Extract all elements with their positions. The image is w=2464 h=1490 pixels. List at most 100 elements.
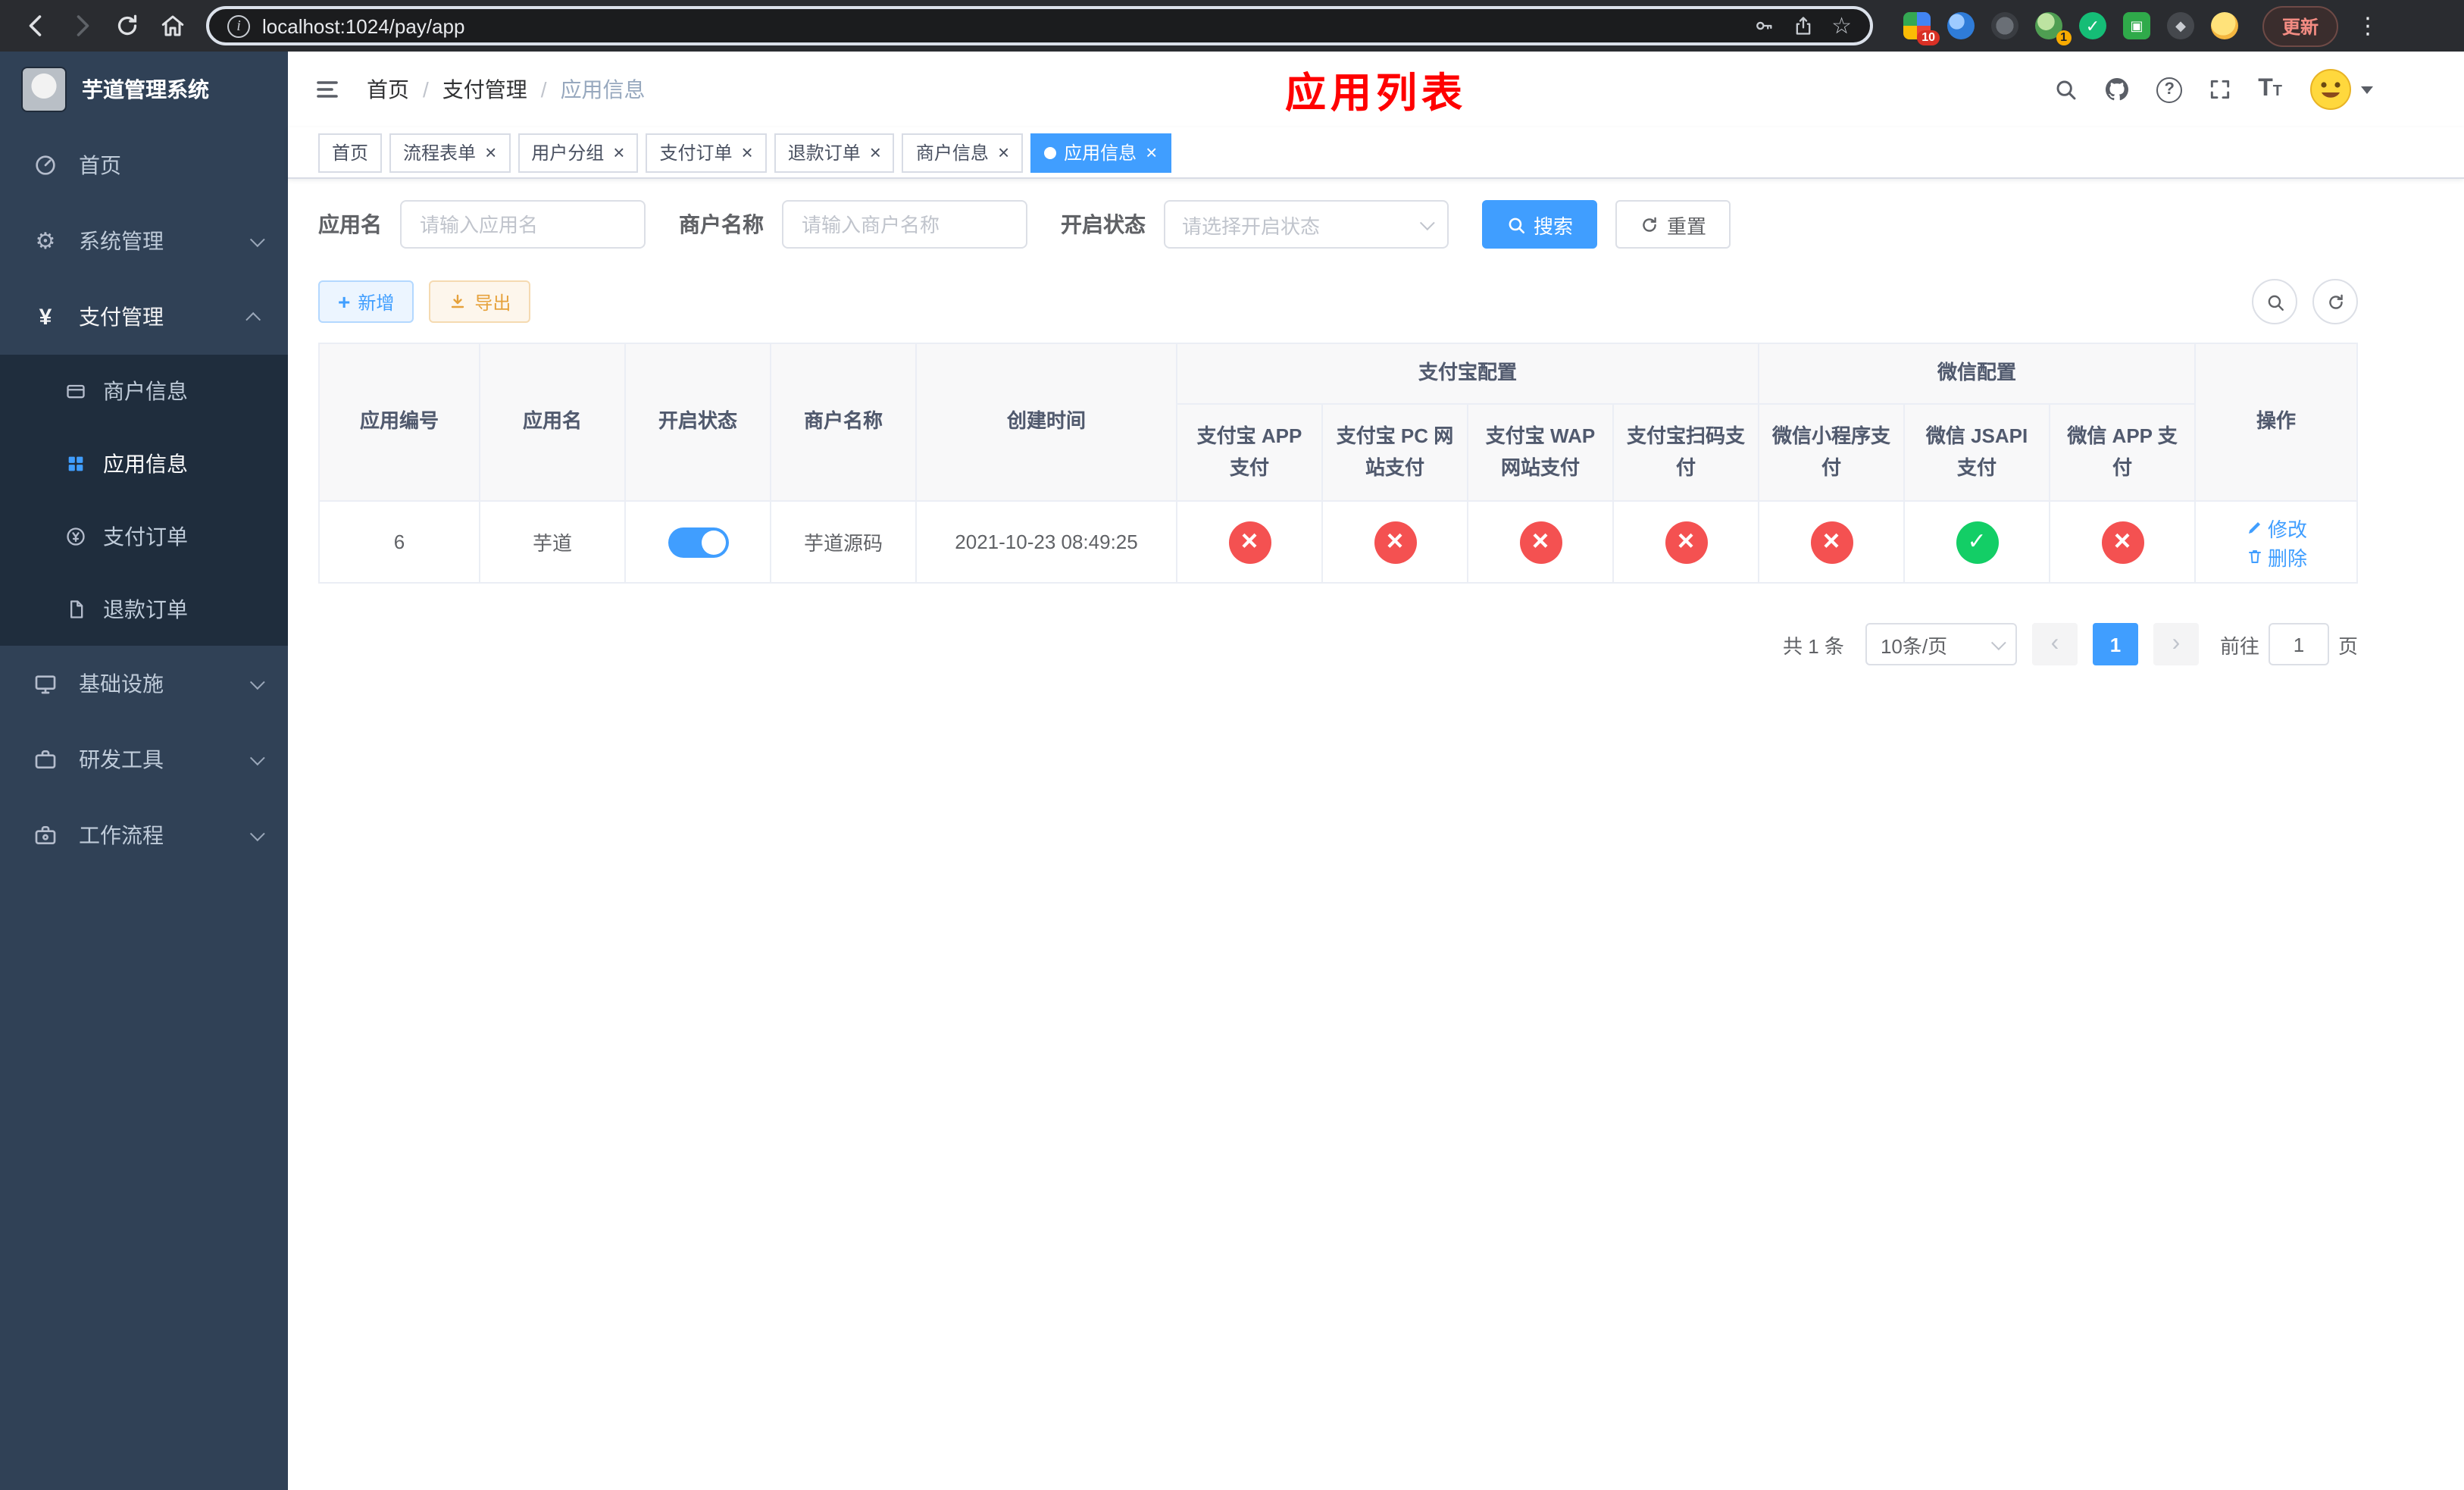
sidebar-item-merchant-info[interactable]: 商户信息 <box>0 355 288 427</box>
export-button[interactable]: 导出 <box>429 280 531 323</box>
extension-face-icon[interactable] <box>2211 12 2238 39</box>
search-icon[interactable] <box>2053 77 2078 102</box>
cell-actions: 修改 删除 <box>2194 500 2358 584</box>
sidebar-item-workflow[interactable]: 工作流程 <box>0 797 288 873</box>
close-icon[interactable]: × <box>870 142 881 162</box>
hamburger-icon[interactable] <box>309 71 346 108</box>
user-avatar[interactable] <box>2308 67 2373 112</box>
tag-user-group[interactable]: 用户分组 × <box>518 133 639 172</box>
edit-link[interactable]: 修改 <box>2245 513 2307 542</box>
add-button[interactable]: + 新增 <box>318 280 414 323</box>
table-row: 6 芋道 芋道源码 2021-10-23 08:49:25 × × × × × … <box>318 500 2358 584</box>
cell-app-id: 6 <box>318 500 480 584</box>
bookmark-star-icon[interactable]: ☆ <box>1831 12 1852 39</box>
tag-app-info[interactable]: 应用信息 × <box>1030 133 1171 172</box>
chevron-down-icon <box>249 825 265 841</box>
fullscreen-icon[interactable] <box>2208 77 2232 102</box>
tag-home[interactable]: 首页 <box>318 133 383 172</box>
close-icon[interactable]: × <box>485 142 496 162</box>
extension-dark-icon[interactable] <box>1991 12 2018 39</box>
browser-update-button[interactable]: 更新 <box>2262 5 2339 46</box>
extension-drop-icon[interactable] <box>1947 12 1975 39</box>
close-icon[interactable]: × <box>613 142 624 162</box>
cell-merchant-name: 芋道源码 <box>770 500 917 584</box>
close-icon[interactable]: × <box>1146 142 1157 162</box>
edit-pencil-icon <box>2248 522 2259 534</box>
extension-green-badge-icon[interactable]: 1 <box>2035 12 2072 45</box>
enabled-switch[interactable] <box>668 527 728 557</box>
refresh-table-button[interactable] <box>2312 279 2358 324</box>
extension-chat-icon[interactable]: ▣ <box>2123 12 2150 39</box>
share-icon[interactable] <box>1792 15 1813 36</box>
sidebar-item-payment[interactable]: ¥ 支付管理 <box>0 279 288 355</box>
sidebar-item-label: 基础设施 <box>79 671 164 696</box>
browser-home-icon[interactable] <box>152 5 194 47</box>
close-icon[interactable]: × <box>742 142 753 162</box>
breadcrumb-module[interactable]: 支付管理 <box>442 74 527 105</box>
reset-button[interactable]: 重置 <box>1615 200 1731 249</box>
tag-refund-order[interactable]: 退款订单 × <box>774 133 895 172</box>
main-area: 首页 / 支付管理 / 应用信息 应用列表 ? TT 首页 流程表单 × 用户分… <box>288 52 2464 1490</box>
chevron-down-icon <box>249 231 265 247</box>
sidebar-item-devtools[interactable]: 研发工具 <box>0 722 288 797</box>
sidebar-item-app-info[interactable]: 应用信息 <box>0 427 288 500</box>
active-dot <box>1044 146 1057 158</box>
browser-menu-icon[interactable]: ⋮ <box>2356 12 2379 39</box>
sidebar-item-pay-order[interactable]: 支付订单 <box>0 500 288 573</box>
address-bar[interactable]: i localhost:1024/pay/app ☆ <box>206 6 1873 45</box>
browser-reload-icon[interactable] <box>106 5 149 47</box>
sidebar-item-system[interactable]: ⚙ 系统管理 <box>0 203 288 279</box>
total-count: 共 1 条 <box>1783 634 1844 657</box>
payment-submenu: 商户信息 应用信息 支付订单 退款订单 <box>0 355 288 646</box>
chevron-down-icon <box>1990 634 2006 650</box>
col-header-created: 创建时间 <box>915 343 1177 502</box>
close-icon[interactable]: × <box>998 142 1009 162</box>
site-info-icon[interactable]: i <box>227 14 250 37</box>
breadcrumb-home[interactable]: 首页 <box>367 74 409 105</box>
refresh-icon <box>1643 216 1656 231</box>
tag-merchant-info[interactable]: 商户信息 × <box>902 133 1024 172</box>
grid-icon <box>61 453 91 474</box>
page-content: 应用名 商户名称 开启状态 请选择开启状态 <box>288 179 2464 1490</box>
extension-badge: 10 <box>1917 30 1940 45</box>
github-icon[interactable] <box>2103 76 2131 103</box>
app-logo[interactable]: 芋道管理系统 <box>0 52 288 127</box>
sidebar-item-label: 支付订单 <box>103 524 188 549</box>
browser-back-icon[interactable] <box>15 5 58 47</box>
screen: i localhost:1024/pay/app ☆ 10 1 ✓ ▣ ◆ 更新… <box>0 0 2464 1490</box>
tag-pay-order[interactable]: 支付订单 × <box>646 133 767 172</box>
status-select[interactable]: 请选择开启状态 <box>1164 200 1449 249</box>
extension-check-icon[interactable]: ✓ <box>2079 12 2106 39</box>
document-icon <box>61 599 91 620</box>
search-button[interactable]: 搜索 <box>1482 200 1598 249</box>
app-name-label: 应用名 <box>318 212 382 236</box>
extensions-cluster: 10 1 ✓ ▣ ◆ <box>1903 12 2238 45</box>
font-size-icon[interactable]: TT <box>2258 76 2282 103</box>
prev-page-button[interactable]: ‹ <box>2031 623 2078 665</box>
current-page-button[interactable]: 1 <box>2092 623 2138 665</box>
extension-puzzle-icon[interactable]: ◆ <box>2167 12 2194 39</box>
top-navbar: 首页 / 支付管理 / 应用信息 应用列表 ? TT <box>288 52 2464 127</box>
next-page-button[interactable]: › <box>2153 623 2199 665</box>
wx-lite-status-icon <box>1810 521 1853 563</box>
url-text: localhost:1024/pay/app <box>262 14 465 37</box>
sidebar-item-refund-order[interactable]: 退款订单 <box>0 573 288 646</box>
merchant-name-input[interactable] <box>782 200 1027 249</box>
password-key-icon[interactable] <box>1753 15 1774 36</box>
sidebar-item-infra[interactable]: 基础设施 <box>0 646 288 722</box>
browser-forward-icon[interactable] <box>61 5 103 47</box>
sidebar-item-label: 应用信息 <box>103 452 188 476</box>
cell-app-name: 芋道 <box>479 500 626 584</box>
tag-process-form[interactable]: 流程表单 × <box>389 133 511 172</box>
toggle-search-button[interactable] <box>2252 279 2297 324</box>
app-name-input[interactable] <box>400 200 646 249</box>
goto-page-input[interactable] <box>2268 623 2329 665</box>
sidebar-item-home[interactable]: 首页 <box>0 127 288 203</box>
page-size-select[interactable]: 10条/页 <box>1865 623 2017 665</box>
delete-link[interactable]: 删除 <box>2245 542 2307 571</box>
help-icon[interactable]: ? <box>2156 77 2183 102</box>
pay-order-icon <box>61 526 91 547</box>
wechat-config-group-header: 微信配置 <box>1758 343 2197 405</box>
col-header-wx-app: 微信 APP 支付 <box>2049 403 2197 502</box>
extension-grid-icon[interactable]: 10 <box>1903 12 1940 45</box>
